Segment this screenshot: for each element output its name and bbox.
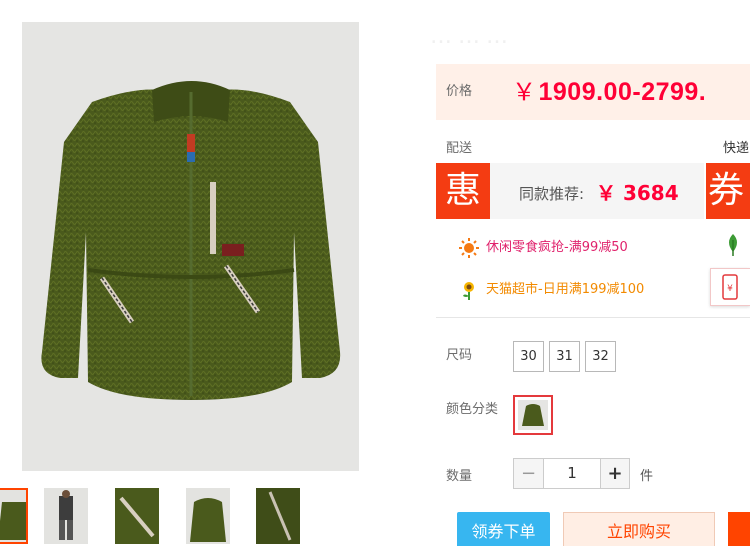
thumbnail-3[interactable] — [115, 488, 159, 544]
divider — [436, 317, 750, 318]
price-value: ￥1909.00-2799. — [512, 72, 706, 107]
color-option-green[interactable] — [513, 395, 553, 435]
product-page: ……… 价格 ￥1909.00-2799. 配送 快递 惠 同款推荐: ￥ 36… — [0, 0, 750, 546]
thumbnail-2[interactable] — [44, 488, 88, 544]
coupon-item-supermarket[interactable]: 天猫超市-日用满199减100 — [459, 278, 644, 300]
hui-badge: 惠 — [436, 163, 490, 219]
thumbnail-strip — [0, 488, 320, 546]
quantity-increment-button[interactable]: + — [600, 458, 630, 489]
color-label: 颜色分类 — [446, 402, 499, 417]
size-option-30[interactable]: 30 — [513, 341, 544, 372]
buy-now-button[interactable]: 立即购买 — [563, 512, 715, 546]
coupon-order-button[interactable]: 领券下单 — [457, 512, 550, 546]
promo-text: 同款推荐: — [519, 185, 585, 203]
shipping-value: 快递 — [723, 141, 750, 156]
sun-icon — [459, 237, 479, 258]
quantity-input[interactable]: 1 — [543, 458, 601, 489]
price-panel: 价格 ￥1909.00-2799. — [436, 64, 750, 120]
mobile-buy-card[interactable]: ¥ — [710, 268, 750, 306]
coupon-badge[interactable]: 券 — [706, 163, 750, 219]
quantity-unit: 件 — [640, 469, 654, 484]
price-label: 价格 — [446, 84, 473, 99]
phone-icon: ¥ — [722, 274, 738, 300]
size-label: 尺码 — [446, 348, 473, 363]
size-option-31[interactable]: 31 — [549, 341, 580, 372]
jacket-illustration — [41, 81, 341, 401]
thumbnail-4[interactable] — [186, 488, 230, 544]
svg-text:¥: ¥ — [727, 284, 733, 294]
main-product-image[interactable] — [22, 22, 359, 471]
price-currency: ￥ — [512, 79, 537, 106]
header-blur-text: ……… — [430, 24, 514, 49]
add-to-cart-button[interactable] — [728, 512, 750, 546]
header-blur: ……… — [420, 10, 750, 60]
sunflower-icon — [463, 281, 474, 300]
thumbnail-1[interactable] — [0, 488, 28, 544]
leaf-icon — [729, 234, 737, 256]
promo-price: ￥ 3684 — [596, 177, 679, 206]
coupon-text-supermarket: 天猫超市-日用满199减100 — [486, 282, 645, 297]
color-swatch-image — [518, 400, 548, 430]
price-amount: 1909.00-2799. — [538, 78, 707, 106]
promo-recommend[interactable]: 同款推荐: ￥ 3684 — [490, 163, 704, 219]
quantity-decrement-button[interactable]: − — [513, 458, 544, 489]
thumbnail-5[interactable] — [256, 488, 300, 544]
coupon-text-snacks: 休闲零食疯抢-满99减50 — [486, 240, 628, 255]
quantity-label: 数量 — [446, 469, 473, 484]
coupon-item-snacks[interactable]: 休闲零食疯抢-满99减50 — [459, 236, 628, 258]
size-option-32[interactable]: 32 — [585, 341, 616, 372]
promo-currency: ￥ — [596, 181, 616, 205]
promo-strip[interactable]: 惠 同款推荐: ￥ 3684 券 — [436, 163, 750, 219]
promo-amount: 3684 — [622, 181, 679, 205]
shipping-label: 配送 — [446, 141, 473, 156]
